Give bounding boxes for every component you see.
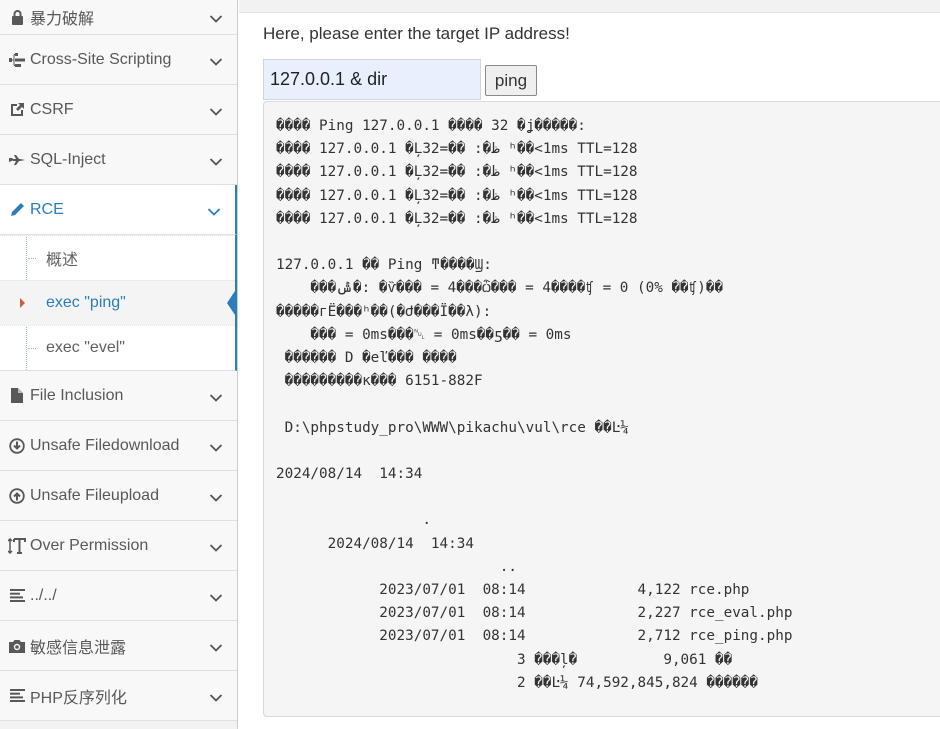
sidebar-item-unsafe-fileupload[interactable]: Unsafe Fileupload [0, 471, 237, 521]
ip-prompt-text: Here, please enter the target IP address… [263, 24, 570, 43]
sidebar-item-label: Cross-Site Scripting [30, 50, 172, 68]
chevron-down-icon [209, 690, 223, 708]
sidebar-item-file-inclusion[interactable]: File Inclusion [0, 371, 237, 421]
pencil-icon [8, 202, 26, 217]
chevron-down-icon [209, 490, 223, 508]
sidebar-item-unsafe-filedownload[interactable]: Unsafe Filedownload [0, 421, 237, 471]
lock-icon [8, 9, 26, 25]
submenu-item-exec-ping[interactable]: exec "ping" [0, 280, 237, 325]
sidebar-item-label: 敏感信息泄露 [30, 639, 127, 657]
align-left-icon [8, 589, 26, 602]
chevron-down-icon [209, 54, 223, 72]
sidebar-item-label: ../../ [30, 586, 57, 604]
sidebar-item-label: 暴力破解 [30, 11, 95, 28]
caret-right-icon [20, 298, 25, 308]
sidebar: 暴力破解 Cross-Site Scripting CSRF SQL-Injec… [0, 0, 238, 729]
sidebar-item-label: Unsafe Fileupload [30, 486, 159, 504]
chevron-down-icon [209, 154, 223, 172]
sidebar-item-rce[interactable]: RCE [0, 185, 237, 235]
camera-icon [8, 639, 26, 653]
file-icon [8, 388, 26, 403]
align-left-icon [8, 689, 26, 702]
ping-button[interactable]: ping [485, 65, 537, 96]
submenu-item-exec-evel[interactable]: exec "evel" [0, 325, 235, 370]
chevron-down-icon [209, 640, 223, 658]
sidebar-item-php-unserialize[interactable]: PHP反序列化 [0, 671, 237, 721]
sidebar-item-over-permission[interactable]: Over Permission [0, 521, 237, 571]
sidebar-item-xss[interactable]: Cross-Site Scripting [0, 35, 237, 85]
chevron-down-icon [209, 540, 223, 558]
sidebar-item-label: SQL-Inject [30, 150, 106, 168]
text-height-icon [8, 537, 26, 554]
sitemap-icon [8, 52, 26, 67]
sidebar-item-info-leak[interactable]: 敏感信息泄露 [0, 621, 237, 671]
sidebar-item-dir-traversal[interactable]: ../../ [0, 571, 237, 621]
sidebar-item-csrf[interactable]: CSRF [0, 85, 237, 135]
sidebar-item-label: PHP反序列化 [30, 689, 127, 707]
sidebar-item-brute-force[interactable]: 暴力破解 [0, 0, 237, 35]
sidebar-item-label: RCE [30, 200, 64, 218]
rce-submenu: 概述 exec "ping" exec "evel" [0, 235, 237, 371]
chevron-down-icon [209, 104, 223, 122]
submenu-item-overview[interactable]: 概述 [0, 235, 235, 280]
ip-address-input[interactable] [263, 59, 481, 100]
chevron-down-icon [209, 440, 223, 458]
chevron-down-icon [209, 11, 223, 29]
fighter-jet-icon [8, 154, 26, 166]
download-circle-icon [8, 437, 26, 454]
submenu-item-label: exec "ping" [46, 294, 126, 311]
sidebar-item-label: File Inclusion [30, 386, 124, 404]
command-output: ���� Ping 127.0.0.1 ���� 32 �ʝ�����: ���… [263, 101, 940, 717]
sidebar-item-label: CSRF [30, 100, 74, 118]
sidebar-item-label: Over Permission [30, 536, 149, 554]
sidebar-item-sql-inject[interactable]: SQL-Inject [0, 135, 237, 185]
top-bar [239, 0, 940, 13]
chevron-down-icon [207, 204, 221, 222]
sidebar-item-label: Unsafe Filedownload [30, 436, 180, 454]
share-icon [8, 102, 26, 117]
active-pointer-icon [227, 288, 237, 318]
chevron-down-icon [209, 390, 223, 408]
chevron-down-icon [209, 590, 223, 608]
submenu-item-label: exec "evel" [46, 339, 125, 356]
submenu-item-label: 概述 [46, 252, 79, 269]
upload-circle-icon [8, 487, 26, 504]
